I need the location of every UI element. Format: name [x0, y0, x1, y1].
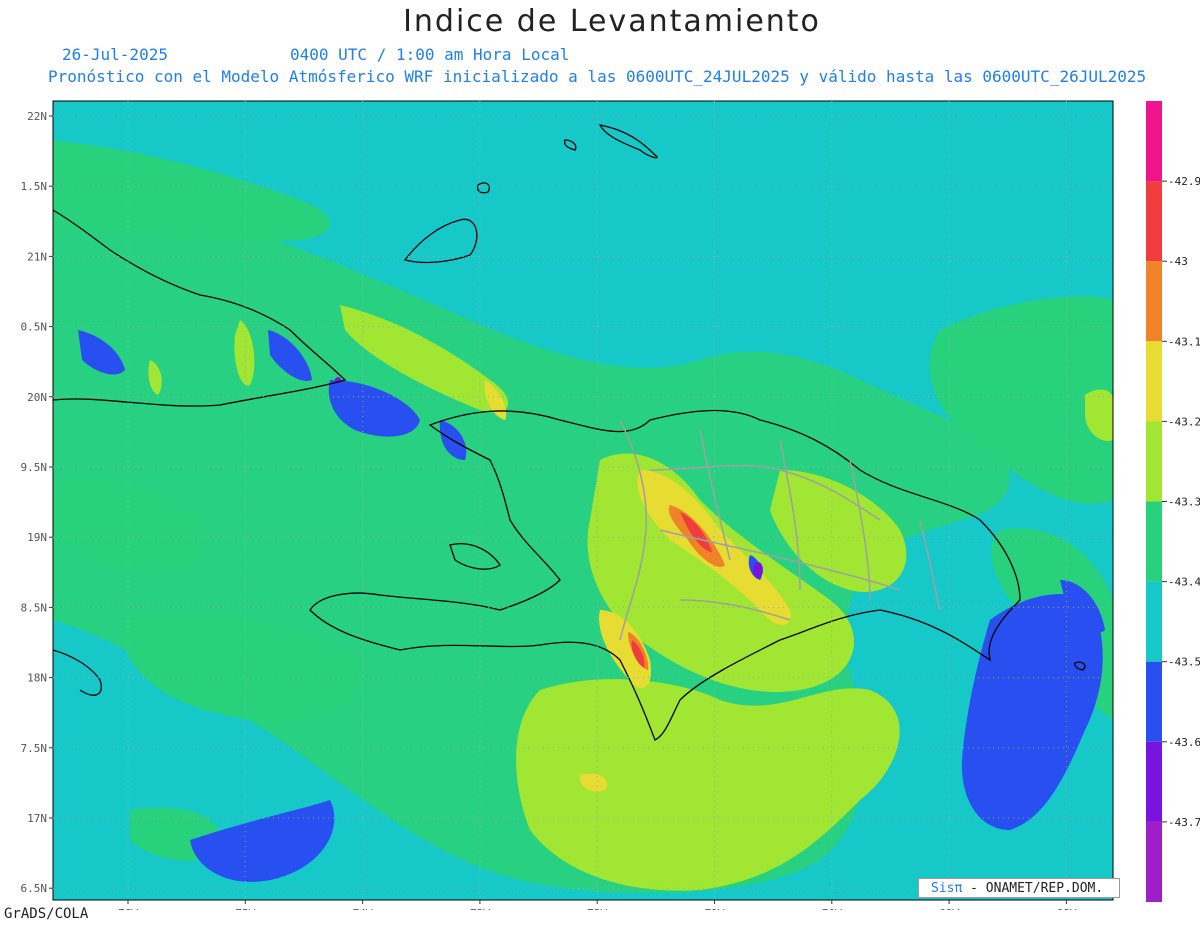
- lat-tick-label: 19N: [27, 531, 47, 544]
- lat-tick-label: 7.5N: [21, 742, 48, 755]
- colorbar-swatch: [1146, 581, 1162, 662]
- colorbar-label: -43: [1168, 255, 1188, 268]
- credit-text: - ONAMET/REP.DOM.: [970, 881, 1104, 896]
- colorbar-swatch: [1146, 341, 1162, 422]
- grads-label: GrADS/COLA: [4, 906, 89, 922]
- lifted-index-map: 22N 1.5N 21N 0.5N 20N 9.5N 19N 8.5N 18N 7.5N 17N 6.…: [21, 100, 1200, 910]
- map-title: Indice de Levantamiento: [403, 4, 821, 39]
- lat-tick-label: 0.5N: [21, 321, 48, 334]
- lat-tick-label: 8.5N: [21, 601, 48, 614]
- colorbar-label: -43.7: [1168, 816, 1200, 829]
- colorbar: -42.9 -43 -43.1 -43.2 -43.3 -43.4 -43.5 -43.6 -4…: [1146, 101, 1200, 902]
- colorbar-label: -43.6: [1168, 736, 1200, 749]
- forecast-date: 26-Jul-2025: [62, 45, 168, 64]
- lon-tick-label: 75W: [235, 907, 255, 910]
- lon-tick-label: 68W: [1056, 907, 1076, 910]
- colorbar-label: -42.9: [1168, 175, 1200, 188]
- lat-tick-label: 6.5N: [21, 882, 48, 895]
- lat-tick-label: 17N: [27, 812, 47, 825]
- colorbar-swatch: [1146, 181, 1162, 262]
- colorbar-swatch: [1146, 821, 1162, 902]
- lon-tick-label: 71W: [705, 907, 725, 910]
- lat-tick-label: 21N: [27, 250, 47, 263]
- colorbar-swatch: [1146, 421, 1162, 502]
- lat-tick-label: 1.5N: [21, 180, 48, 193]
- contour-field: [53, 101, 1113, 900]
- forecast-time: 0400 UTC / 1:00 am Hora Local: [290, 45, 570, 64]
- credit-box: Sisπ - ONAMET/REP.DOM.: [918, 878, 1120, 898]
- lon-tick-label: 69W: [939, 907, 959, 910]
- colorbar-label: -43.2: [1168, 415, 1200, 428]
- colorbar-swatch: [1146, 501, 1162, 582]
- lon-tick-label: 73W: [470, 907, 490, 910]
- lat-tick-label: 22N: [27, 110, 47, 123]
- lon-tick-label: 74W: [353, 907, 373, 910]
- colorbar-label: -43.3: [1168, 496, 1200, 509]
- lat-tick-label: 18N: [27, 672, 47, 685]
- model-description: Pronóstico con el Modelo Atmósferico WRF…: [48, 67, 1147, 86]
- colorbar-swatch: [1146, 101, 1162, 182]
- lat-tick-label: 20N: [27, 391, 47, 404]
- colorbar-label: -43.1: [1168, 335, 1200, 348]
- sispi-logo-text: Sisπ: [931, 881, 963, 896]
- colorbar-label: -43.4: [1168, 576, 1200, 589]
- colorbar-swatch: [1146, 261, 1162, 342]
- lon-tick-label: 72W: [587, 907, 607, 910]
- lon-tick-label: 70W: [822, 907, 842, 910]
- lon-tick-label: 76W: [118, 907, 138, 910]
- colorbar-swatch: [1146, 661, 1162, 742]
- colorbar-label: -43.5: [1168, 656, 1200, 669]
- lat-tick-label: 9.5N: [21, 461, 48, 474]
- colorbar-swatch: [1146, 741, 1162, 822]
